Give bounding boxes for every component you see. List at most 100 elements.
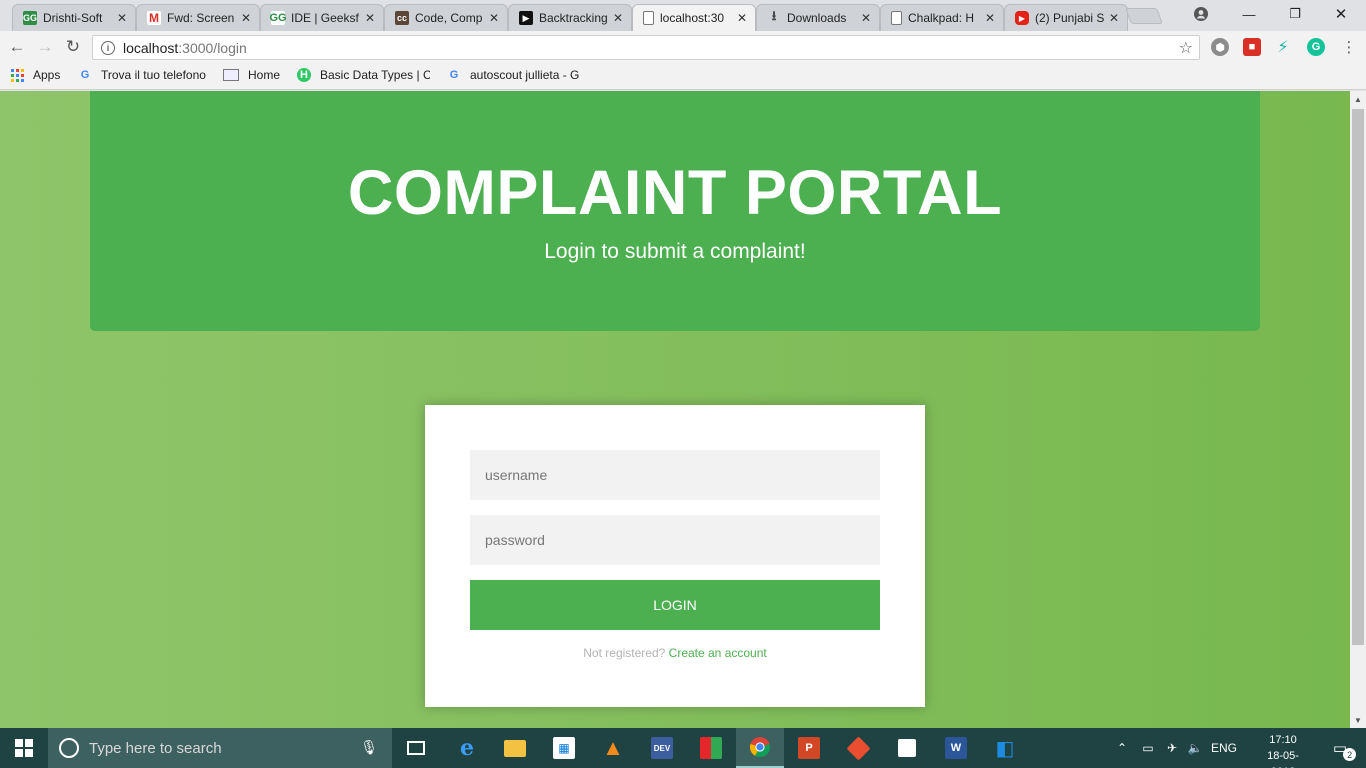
bookmarks-bar: Apps G Trova il tuo telefono Home H Basi… bbox=[0, 63, 1366, 90]
airplane-icon[interactable]: ✈ bbox=[1161, 728, 1183, 768]
close-icon[interactable]: ✕ bbox=[115, 11, 129, 25]
close-icon[interactable]: ✕ bbox=[983, 11, 997, 25]
powerpoint-icon[interactable]: P bbox=[785, 728, 833, 768]
scrollbar-thumb[interactable] bbox=[1352, 109, 1364, 645]
google-icon: G bbox=[449, 69, 459, 81]
tab-title: Fwd: Screen bbox=[167, 11, 235, 25]
store-icon[interactable]: ▦ bbox=[540, 728, 588, 768]
git-icon[interactable] bbox=[834, 728, 882, 768]
tab-chalkpad[interactable]: Chalkpad: H ✕ bbox=[880, 4, 1004, 31]
tab-drishti-soft[interactable]: GG Drishti-Soft ✕ bbox=[12, 4, 136, 31]
close-icon[interactable]: ✕ bbox=[487, 11, 501, 25]
profile-icon[interactable] bbox=[1178, 0, 1224, 28]
download-icon: ⭳ bbox=[771, 8, 777, 23]
bookmark-apps[interactable]: Apps bbox=[10, 68, 60, 82]
gfg-icon: GG bbox=[23, 11, 38, 25]
forward-arrow-icon[interactable]: → bbox=[34, 37, 56, 57]
bookmark-home[interactable]: Home bbox=[223, 68, 280, 82]
url-text: localhost:3000/login bbox=[123, 39, 247, 56]
windows-start-icon[interactable] bbox=[0, 728, 48, 768]
password-input[interactable] bbox=[470, 515, 880, 565]
grammarly-icon[interactable]: G bbox=[1307, 38, 1325, 56]
tab-title: Backtracking bbox=[539, 11, 608, 25]
task-view-icon[interactable] bbox=[392, 728, 440, 768]
close-window-icon[interactable]: ✕ bbox=[1318, 0, 1364, 28]
tab-title: (2) Punjabi S bbox=[1035, 11, 1105, 25]
login-form: login Not registered? Create an account bbox=[425, 405, 925, 707]
microphone-icon[interactable]: 🎙 bbox=[360, 739, 378, 756]
browser-toolbar: ← → ↻ i localhost:3000/login ☆ ⬢ ■ ⚡ G ⋮ bbox=[0, 31, 1366, 63]
action-center-icon[interactable]: ▭ 2 bbox=[1320, 728, 1360, 768]
page-icon bbox=[891, 11, 902, 25]
bookmark-label: Trova il tuo telefono bbox=[101, 68, 206, 82]
hackerrank-icon: H bbox=[297, 68, 311, 82]
reload-icon[interactable]: ↻ bbox=[62, 37, 84, 57]
page-icon bbox=[223, 69, 239, 81]
minimize-icon[interactable]: — bbox=[1226, 0, 1272, 28]
chrome-icon[interactable] bbox=[736, 728, 784, 768]
login-button[interactable]: login bbox=[470, 580, 880, 630]
page-subtitle: Login to submit a complaint! bbox=[544, 240, 806, 263]
close-icon[interactable]: ✕ bbox=[239, 11, 253, 25]
tab-title: Chalkpad: H bbox=[908, 11, 975, 25]
hackerrank-icon: ▶ bbox=[519, 11, 533, 25]
app-icon[interactable] bbox=[687, 728, 735, 768]
close-icon[interactable]: ✕ bbox=[611, 11, 625, 25]
bookmark-basic-data-types[interactable]: H Basic Data Types | C bbox=[297, 68, 430, 82]
info-icon[interactable]: i bbox=[101, 40, 115, 55]
username-input[interactable] bbox=[470, 450, 880, 500]
bookmark-star-icon[interactable]: ☆ bbox=[1179, 38, 1193, 58]
vscode-icon[interactable]: ◧ bbox=[981, 728, 1029, 768]
cortana-icon bbox=[59, 738, 79, 758]
vlc-icon[interactable]: ▲ bbox=[589, 728, 637, 768]
scroll-down-icon[interactable]: ▼ bbox=[1350, 712, 1366, 728]
extension-icon[interactable]: ⬢ bbox=[1211, 38, 1229, 56]
close-icon[interactable]: ✕ bbox=[1107, 11, 1121, 25]
extension-icon[interactable]: ■ bbox=[1243, 38, 1261, 56]
close-icon[interactable]: ✕ bbox=[363, 11, 377, 25]
file-explorer-icon[interactable] bbox=[491, 728, 539, 768]
tab-codechef[interactable]: cc Code, Comp ✕ bbox=[384, 4, 508, 31]
clock[interactable]: 17:10 18-05-2018 bbox=[1255, 732, 1311, 768]
not-registered-text: Not registered? bbox=[583, 646, 666, 660]
page-scrollbar[interactable]: ▲ ▼ bbox=[1350, 91, 1366, 728]
new-tab-button[interactable] bbox=[1125, 8, 1163, 24]
gmail-icon: M bbox=[147, 11, 161, 25]
tab-downloads[interactable]: ⭳ Downloads ✕ bbox=[756, 4, 880, 31]
devcpp-icon[interactable]: DEV bbox=[638, 728, 686, 768]
google-icon: G bbox=[80, 69, 90, 81]
tab-backtracking[interactable]: ▶ Backtracking ✕ bbox=[508, 4, 632, 31]
search-placeholder: Type here to search bbox=[89, 739, 222, 757]
bookmark-autoscout[interactable]: G autoscout jullieta - G bbox=[447, 68, 580, 82]
create-account-link[interactable]: Create an account bbox=[669, 646, 767, 660]
tab-gmail[interactable]: M Fwd: Screen ✕ bbox=[136, 4, 260, 31]
language-indicator[interactable]: ENG bbox=[1208, 728, 1240, 768]
tab-youtube[interactable]: ▶ (2) Punjabi S ✕ bbox=[1004, 4, 1128, 31]
tab-ide-geeks[interactable]: GG IDE | Geeksf ✕ bbox=[260, 4, 384, 31]
close-icon[interactable]: ✕ bbox=[735, 11, 749, 25]
chevron-up-icon[interactable]: ⌃ bbox=[1112, 728, 1132, 768]
battery-icon[interactable]: ▭ bbox=[1137, 728, 1159, 768]
notification-count: 2 bbox=[1343, 748, 1357, 761]
gfg-icon: GG bbox=[269, 11, 287, 25]
bookmark-label: Basic Data Types | C bbox=[320, 68, 430, 82]
restore-icon[interactable]: ❐ bbox=[1272, 0, 1318, 28]
lightning-extension-icon[interactable]: ⚡ bbox=[1274, 38, 1292, 56]
address-bar[interactable]: i localhost:3000/login ☆ bbox=[92, 35, 1200, 60]
youtube-icon: ▶ bbox=[1015, 11, 1029, 25]
bookmark-trova[interactable]: G Trova il tuo telefono bbox=[78, 68, 206, 82]
back-arrow-icon[interactable]: ← bbox=[6, 37, 28, 57]
tab-title: Downloads bbox=[787, 11, 847, 25]
close-icon[interactable]: ✕ bbox=[859, 11, 873, 25]
word-icon[interactable]: W bbox=[932, 728, 980, 768]
edge-browser-icon[interactable]: e bbox=[443, 728, 491, 768]
menu-icon[interactable]: ⋮ bbox=[1338, 37, 1360, 57]
volume-icon[interactable]: 🔈 bbox=[1184, 728, 1206, 768]
scroll-up-icon[interactable]: ▲ bbox=[1350, 91, 1366, 107]
tab-title: Code, Comp bbox=[415, 11, 483, 25]
time-text: 17:10 bbox=[1269, 734, 1297, 746]
tab-strip: GG Drishti-Soft ✕ M Fwd: Screen ✕ GG IDE… bbox=[0, 0, 1366, 31]
sticky-notes-icon[interactable] bbox=[883, 728, 931, 768]
taskbar-search-box[interactable]: Type here to search 🎙 bbox=[48, 728, 392, 768]
tab-localhost[interactable]: localhost:30 ✕ bbox=[632, 4, 756, 31]
